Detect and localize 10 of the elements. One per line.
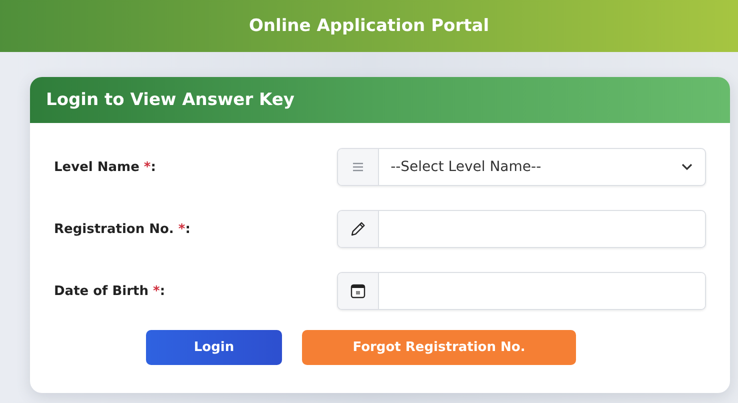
registration-field[interactable]	[336, 210, 706, 248]
field-label: Registration No. *:	[54, 222, 192, 236]
portal-title: Online Application Portal	[248, 16, 490, 36]
login-button[interactable]: Login	[146, 330, 282, 365]
pencil-icon	[350, 221, 366, 237]
card-title: Login to View Answer Key	[46, 90, 294, 110]
field-label: Date of Birth *:	[54, 284, 166, 298]
calendar-icon	[350, 283, 366, 299]
birth-date-field[interactable]	[336, 272, 706, 310]
field-label: Level Name *:	[54, 160, 157, 174]
